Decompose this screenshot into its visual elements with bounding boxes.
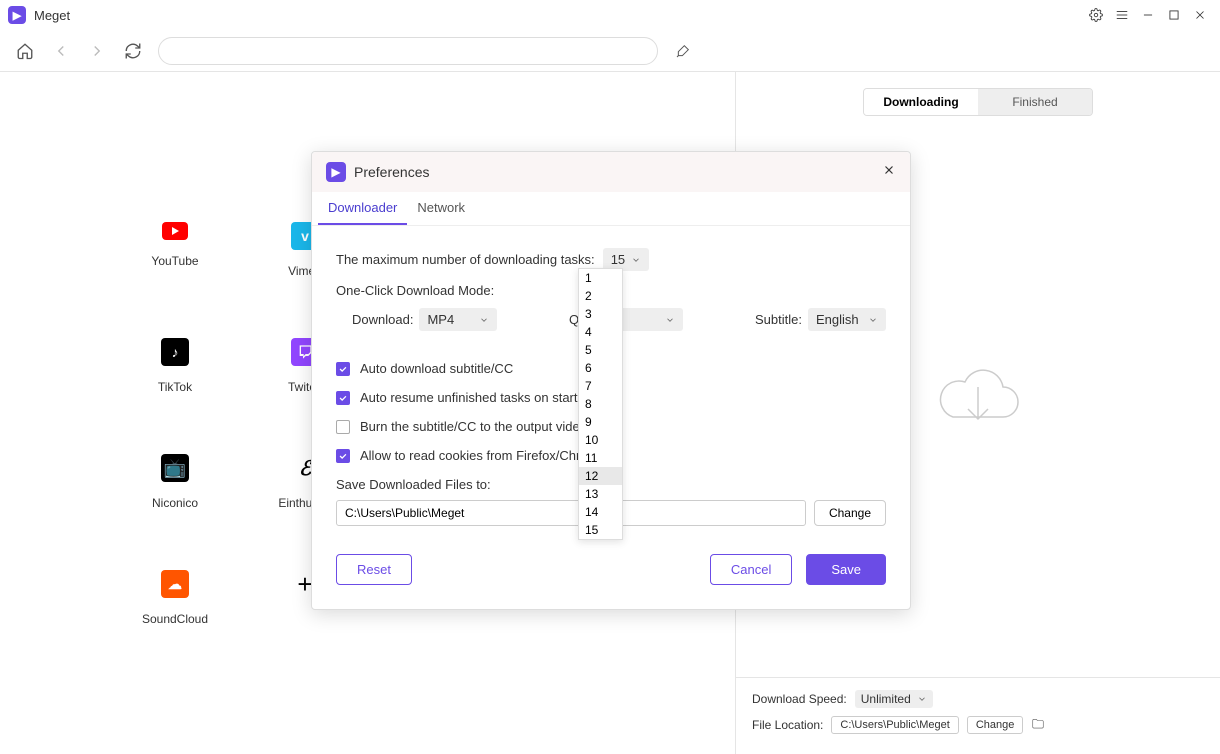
app-title: Meget <box>34 8 70 23</box>
dropdown-option[interactable]: 7 <box>579 377 622 395</box>
reset-button[interactable]: Reset <box>336 554 412 585</box>
subtitle-lang-select[interactable]: English <box>808 308 886 331</box>
url-input[interactable] <box>158 37 658 65</box>
tab-downloading[interactable]: Downloading <box>864 89 978 115</box>
brush-icon[interactable] <box>672 40 694 62</box>
tiktok-icon: ♪ <box>161 338 189 366</box>
dropdown-option[interactable]: 1 <box>579 269 622 287</box>
minimize-icon[interactable] <box>1136 3 1160 27</box>
dropdown-option[interactable]: 3 <box>579 305 622 323</box>
menu-icon[interactable] <box>1110 3 1134 27</box>
site-niconico[interactable]: 📺Niconico <box>110 454 240 510</box>
app-logo-icon: ▶ <box>8 6 26 24</box>
right-footer: Download Speed: Unlimited File Location:… <box>736 677 1220 754</box>
max-tasks-dropdown[interactable]: 123456789101112131415 <box>578 268 623 540</box>
speed-label: Download Speed: <box>752 692 847 706</box>
niconico-icon: 📺 <box>161 454 189 482</box>
cancel-button[interactable]: Cancel <box>710 554 792 585</box>
back-icon[interactable] <box>50 40 72 62</box>
tab-finished[interactable]: Finished <box>978 89 1092 115</box>
checkbox-burn-subtitle[interactable] <box>336 420 350 434</box>
tab-network[interactable]: Network <box>407 192 475 225</box>
speed-select[interactable]: Unlimited <box>855 690 933 708</box>
checkbox-auto-resume[interactable] <box>336 391 350 405</box>
youtube-icon <box>162 222 188 240</box>
dropdown-option[interactable]: 12 <box>579 467 622 485</box>
site-youtube[interactable]: YouTube <box>110 222 240 278</box>
tab-downloader[interactable]: Downloader <box>318 192 407 225</box>
dialog-logo-icon: ▶ <box>326 162 346 182</box>
site-soundcloud[interactable]: ☁SoundCloud <box>110 570 240 626</box>
dialog-close-icon[interactable] <box>882 163 896 182</box>
dropdown-option[interactable]: 5 <box>579 341 622 359</box>
checkbox-read-cookies[interactable] <box>336 449 350 463</box>
dropdown-option[interactable]: 11 <box>579 449 622 467</box>
subtitle-lang-label: Subtitle: <box>755 312 802 327</box>
dropdown-option[interactable]: 8 <box>579 395 622 413</box>
download-format-label: Download: <box>352 312 413 327</box>
home-icon[interactable] <box>14 40 36 62</box>
save-button[interactable]: Save <box>806 554 886 585</box>
dropdown-option[interactable]: 10 <box>579 431 622 449</box>
dropdown-option[interactable]: 9 <box>579 413 622 431</box>
dropdown-option[interactable]: 2 <box>579 287 622 305</box>
site-tiktok[interactable]: ♪TikTok <box>110 338 240 394</box>
change-path-button[interactable]: Change <box>814 500 886 526</box>
reload-icon[interactable] <box>122 40 144 62</box>
download-tabs: Downloading Finished <box>736 72 1220 132</box>
close-icon[interactable] <box>1188 3 1212 27</box>
forward-icon[interactable] <box>86 40 108 62</box>
save-path-input[interactable] <box>336 500 806 526</box>
dialog-title: Preferences <box>354 164 429 180</box>
maximize-icon[interactable] <box>1162 3 1186 27</box>
max-tasks-label: The maximum number of downloading tasks: <box>336 252 595 267</box>
checkbox-auto-subtitle[interactable] <box>336 362 350 376</box>
browser-toolbar <box>0 30 1220 72</box>
settings-icon[interactable] <box>1084 3 1108 27</box>
titlebar: ▶ Meget <box>0 0 1220 30</box>
dropdown-option[interactable]: 13 <box>579 485 622 503</box>
download-format-select[interactable]: MP4 <box>419 308 497 331</box>
cloud-download-icon <box>928 362 1028 447</box>
location-label: File Location: <box>752 718 823 732</box>
dropdown-option[interactable]: 15 <box>579 521 622 539</box>
folder-icon[interactable] <box>1031 717 1045 734</box>
location-value: C:\Users\Public\Meget <box>831 716 958 734</box>
soundcloud-icon: ☁ <box>161 570 189 598</box>
dropdown-option[interactable]: 14 <box>579 503 622 521</box>
location-change-button[interactable]: Change <box>967 716 1024 734</box>
dropdown-option[interactable]: 6 <box>579 359 622 377</box>
dropdown-option[interactable]: 4 <box>579 323 622 341</box>
